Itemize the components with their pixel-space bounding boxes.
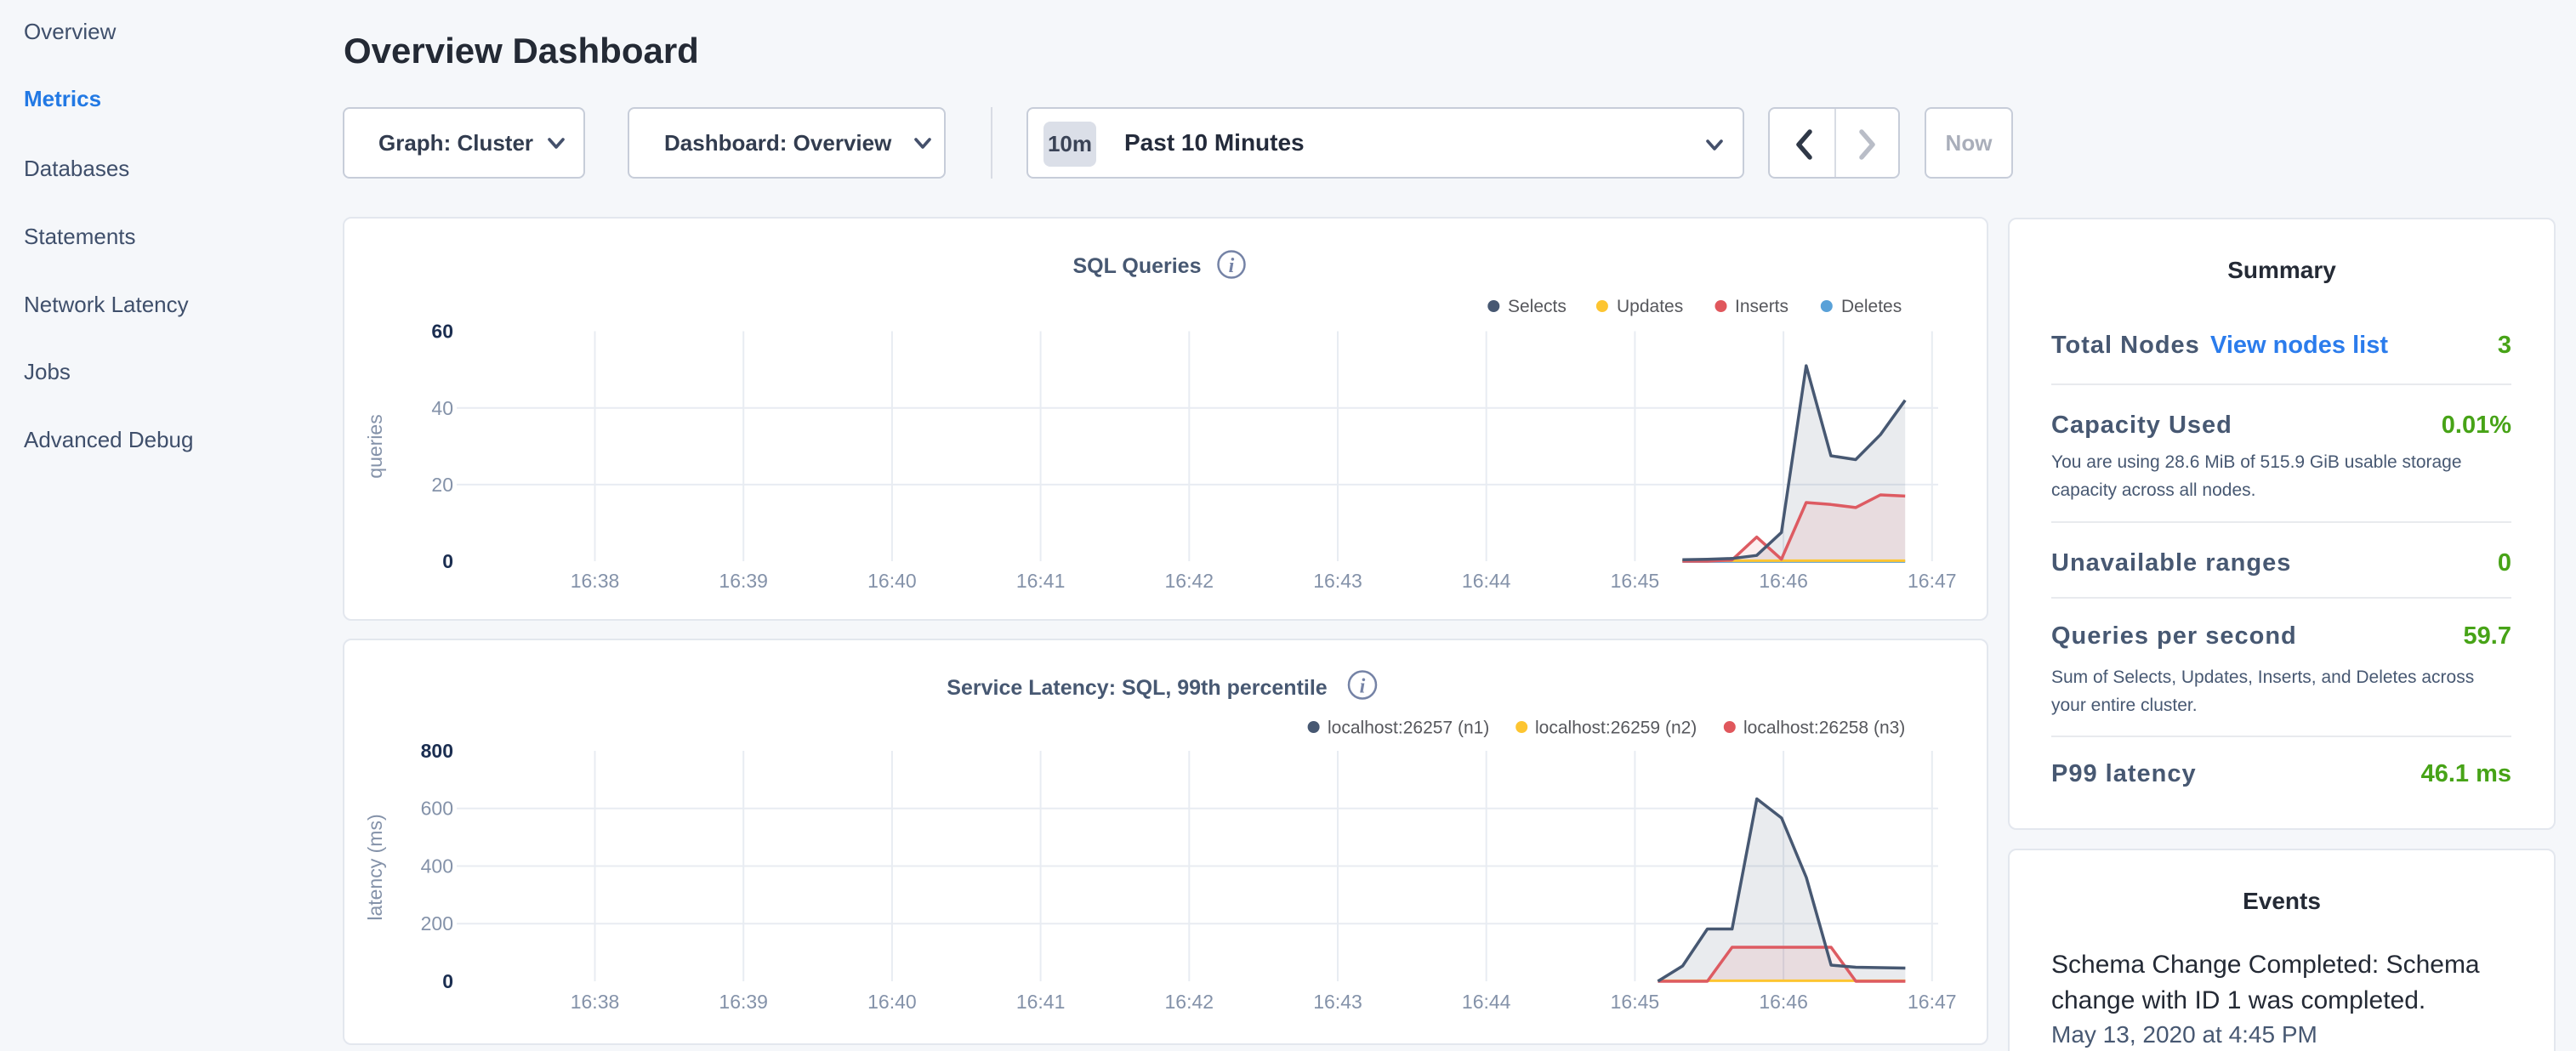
svg-text:16:46: 16:46	[1759, 570, 1808, 592]
svg-text:800: 800	[421, 740, 453, 762]
svg-text:16:40: 16:40	[867, 570, 917, 592]
svg-text:16:45: 16:45	[1611, 570, 1660, 592]
svg-text:i: i	[1360, 676, 1366, 698]
svg-text:16:42: 16:42	[1165, 570, 1214, 592]
svg-text:queries: queries	[364, 414, 386, 478]
svg-text:Inserts: Inserts	[1735, 297, 1788, 316]
svg-text:16:45: 16:45	[1611, 991, 1660, 1013]
svg-text:20: 20	[431, 474, 453, 496]
svg-text:16:39: 16:39	[719, 991, 768, 1013]
svg-text:localhost:26257 (n1): localhost:26257 (n1)	[1328, 719, 1489, 738]
svg-text:600: 600	[421, 798, 453, 820]
svg-text:Updates: Updates	[1617, 297, 1683, 316]
svg-text:16:39: 16:39	[719, 570, 768, 592]
svg-text:latency (ms): latency (ms)	[364, 814, 386, 920]
svg-text:localhost:26259 (n2): localhost:26259 (n2)	[1535, 719, 1697, 738]
svg-text:Selects: Selects	[1508, 297, 1567, 316]
svg-text:16:46: 16:46	[1759, 991, 1808, 1013]
svg-text:16:44: 16:44	[1462, 570, 1511, 592]
svg-text:16:38: 16:38	[571, 570, 620, 592]
svg-text:16:43: 16:43	[1313, 991, 1362, 1013]
svg-text:16:47: 16:47	[1908, 991, 1957, 1013]
svg-text:Deletes: Deletes	[1841, 297, 1902, 316]
svg-text:0: 0	[442, 970, 453, 992]
svg-text:Service Latency: SQL, 99th per: Service Latency: SQL, 99th percentile	[947, 676, 1327, 700]
svg-text:16:40: 16:40	[867, 991, 917, 1013]
svg-text:16:42: 16:42	[1165, 991, 1214, 1013]
svg-text:16:44: 16:44	[1462, 991, 1511, 1013]
svg-text:0: 0	[442, 550, 453, 572]
svg-text:SQL Queries: SQL Queries	[1073, 254, 1202, 278]
svg-text:400: 400	[421, 855, 453, 878]
svg-text:16:47: 16:47	[1908, 570, 1957, 592]
svg-text:60: 60	[431, 321, 453, 343]
svg-text:200: 200	[421, 912, 453, 935]
svg-text:16:41: 16:41	[1016, 570, 1066, 592]
svg-text:i: i	[1229, 255, 1235, 277]
svg-text:16:38: 16:38	[571, 991, 620, 1013]
svg-text:40: 40	[431, 397, 453, 419]
svg-text:localhost:26258 (n3): localhost:26258 (n3)	[1743, 719, 1905, 738]
svg-text:16:41: 16:41	[1016, 991, 1066, 1013]
svg-text:16:43: 16:43	[1313, 570, 1362, 592]
